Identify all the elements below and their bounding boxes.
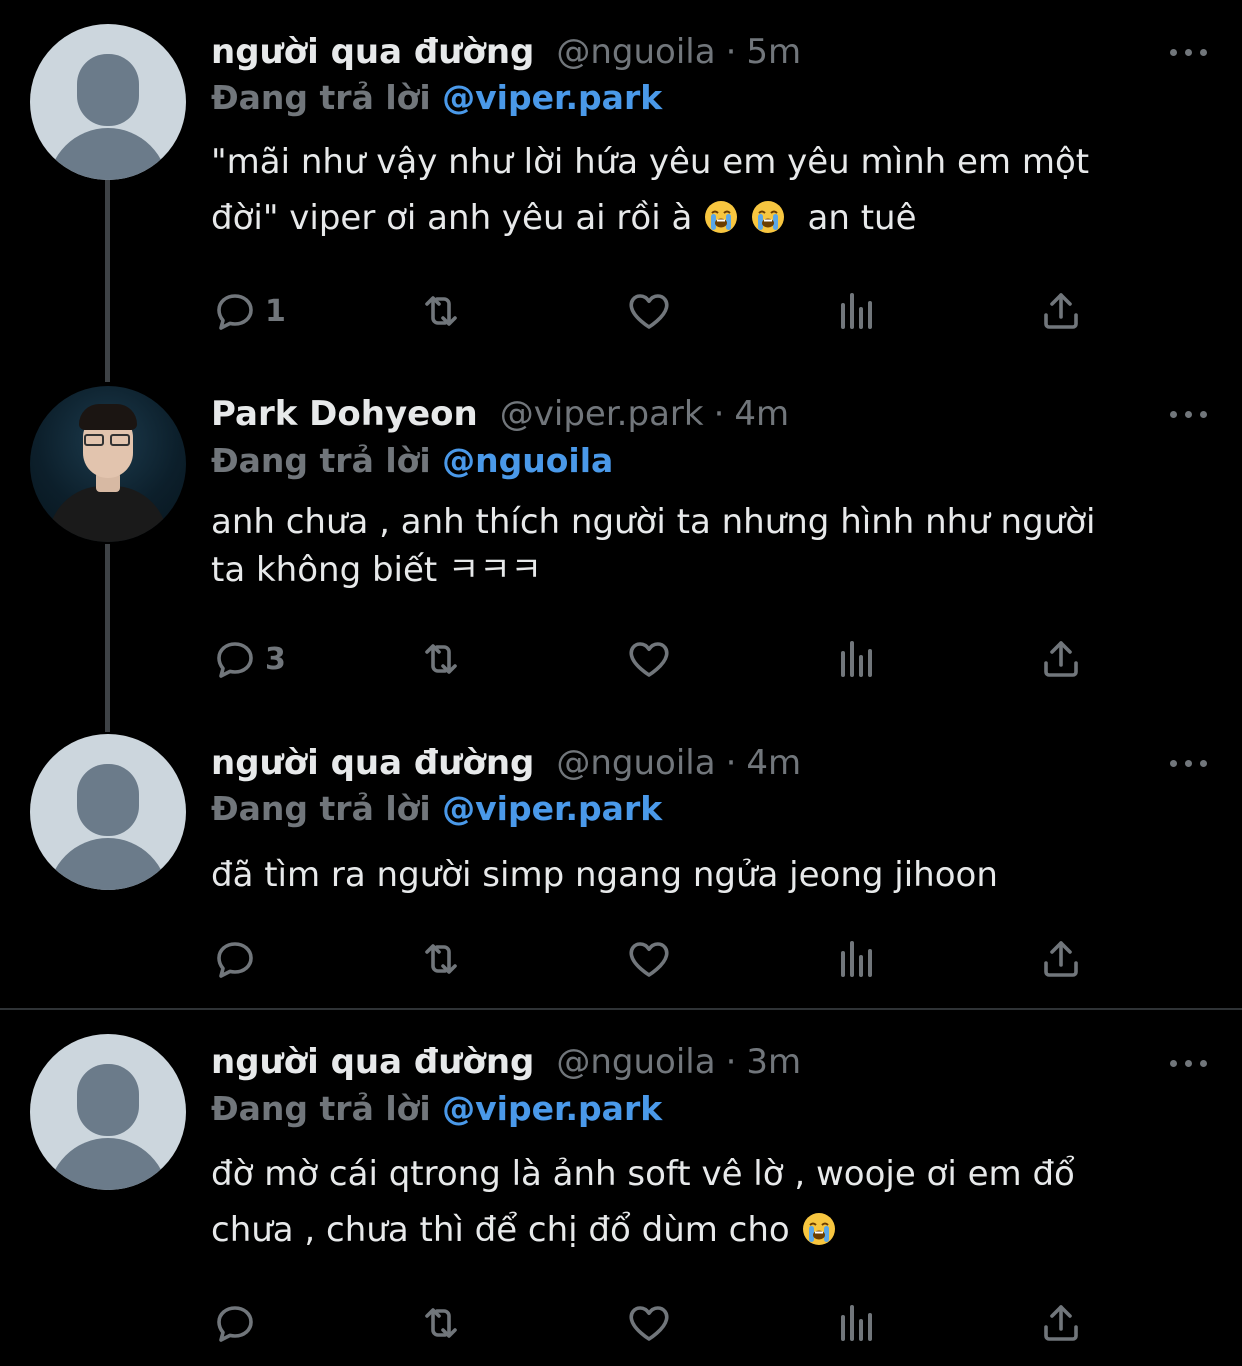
more-icon[interactable] bbox=[1170, 1047, 1210, 1077]
tweet-text: đờ mờ cái qtrong là ảnh soft vê lờ , woo… bbox=[211, 1146, 1191, 1258]
reply-icon bbox=[211, 1299, 259, 1347]
retweet-button[interactable] bbox=[417, 1298, 465, 1348]
retweet-icon bbox=[417, 1299, 465, 1347]
display-name[interactable]: người qua đường bbox=[211, 1042, 534, 1082]
replying-to: Đang trả lời @viper.park bbox=[211, 1089, 662, 1128]
share-button[interactable] bbox=[1037, 1298, 1085, 1348]
user-handle[interactable]: @nguoila bbox=[556, 1042, 715, 1082]
share-icon bbox=[1037, 1299, 1085, 1347]
default-avatar[interactable] bbox=[30, 1034, 186, 1190]
views-icon bbox=[833, 1299, 881, 1347]
reply-button[interactable] bbox=[211, 1298, 265, 1348]
timestamp[interactable]: 3m bbox=[746, 1042, 801, 1082]
tweet-text-line: chưa , chưa thì để chị đổ dùm cho bbox=[211, 1210, 790, 1250]
reply-prefix: Đang trả lời bbox=[211, 1089, 431, 1128]
tweet[interactable]: người qua đường @nguoila · 3m Đang trả l… bbox=[0, 0, 1242, 1366]
crying-face-emoji bbox=[801, 1211, 837, 1247]
like-icon bbox=[625, 1299, 673, 1347]
views-button[interactable] bbox=[833, 1298, 881, 1348]
like-button[interactable] bbox=[625, 1298, 673, 1348]
tweet-text-line: đờ mờ cái qtrong là ảnh soft vê lờ , woo… bbox=[211, 1154, 1075, 1194]
separator-dot: · bbox=[725, 1042, 737, 1082]
reply-mention[interactable]: @viper.park bbox=[442, 1089, 662, 1128]
